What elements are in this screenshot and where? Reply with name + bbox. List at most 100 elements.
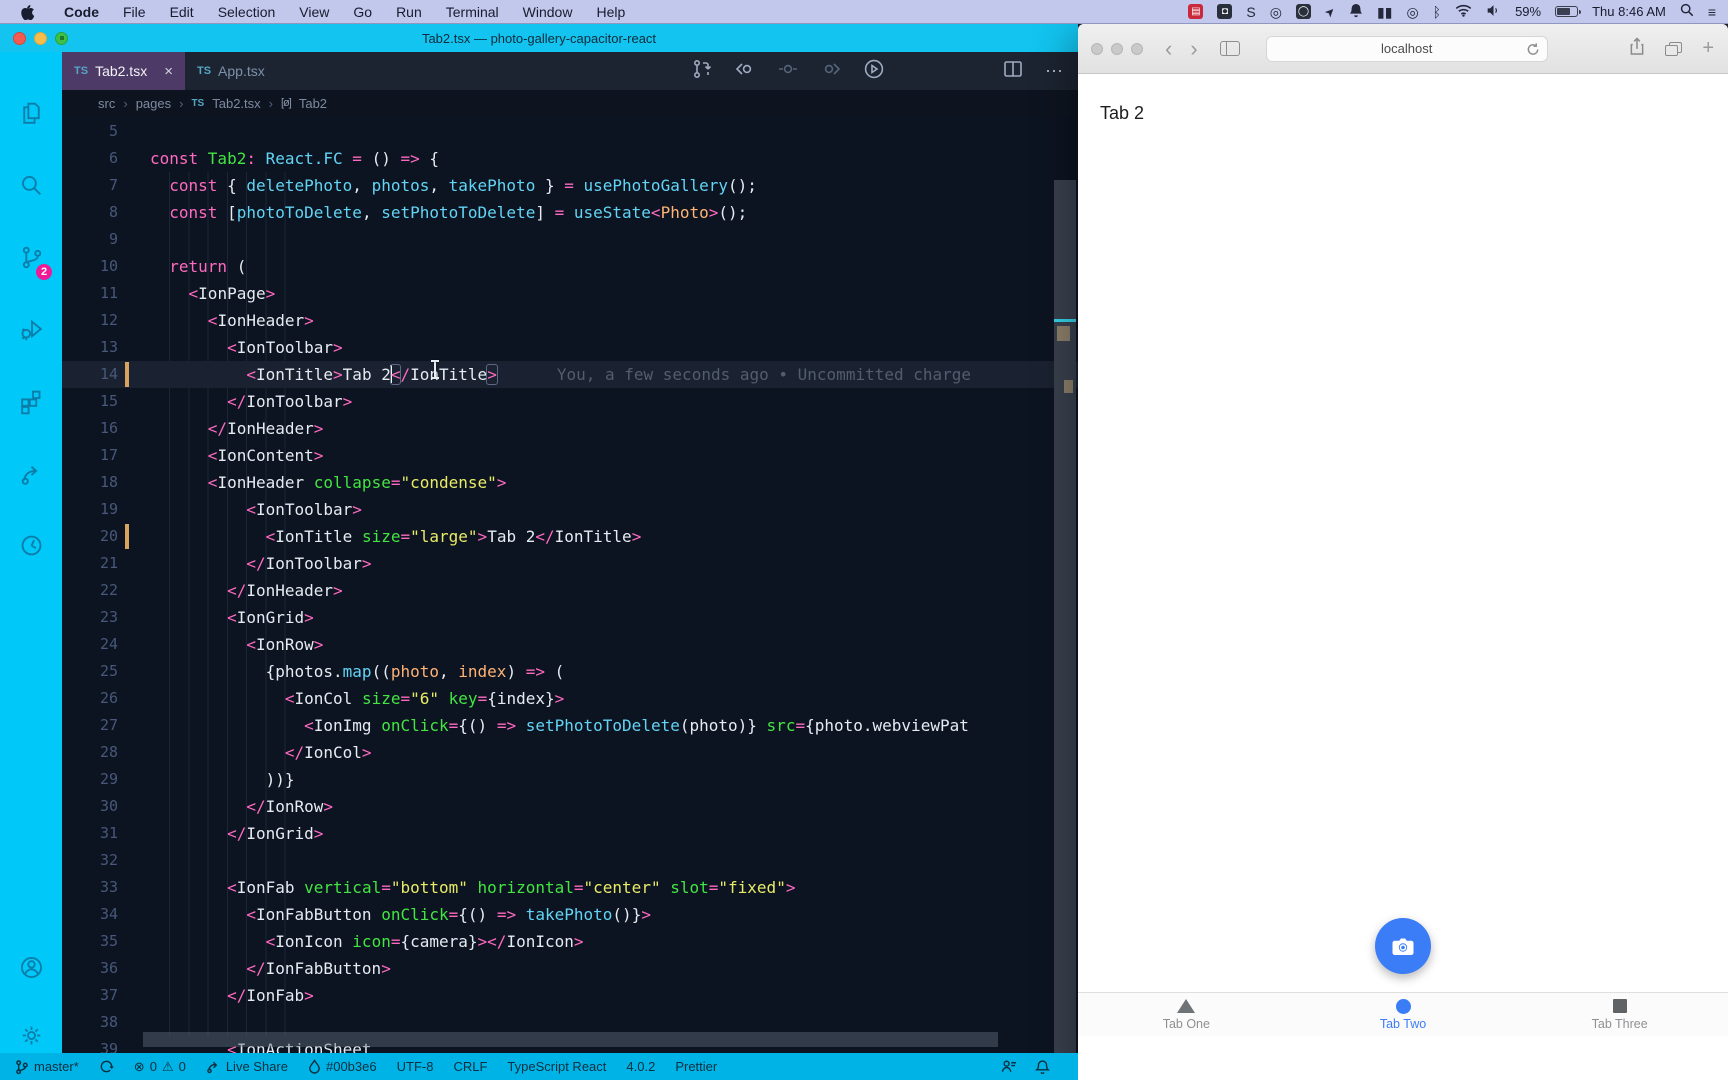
zoom-window-button[interactable] [1131, 42, 1143, 55]
code-line-37[interactable]: 37 </IonFab> [62, 982, 1078, 1009]
run-debug-icon[interactable] [0, 302, 62, 356]
ts-version-status[interactable]: 4.0.2 [626, 1059, 655, 1074]
feedback-icon[interactable] [1000, 1059, 1017, 1074]
split-editor-icon[interactable] [1002, 58, 1024, 85]
zoom-window-button[interactable] [55, 31, 68, 45]
spotlight-search-icon[interactable] [1680, 3, 1694, 20]
tab-overview-icon[interactable] [1665, 41, 1683, 56]
back-button[interactable]: ‹ [1165, 36, 1172, 62]
reload-icon[interactable] [1526, 42, 1540, 57]
stage-manager-icon[interactable]: ▮▮ [1377, 5, 1392, 19]
sync-status[interactable] [99, 1059, 114, 1074]
peacock-color-status[interactable]: #00b3e6 [308, 1059, 377, 1074]
film-app-icon[interactable]: ▤ [1188, 4, 1204, 19]
compass-app-icon[interactable]: ◎ [1406, 5, 1418, 19]
source-control-icon[interactable]: 2 [0, 230, 62, 284]
current-change-icon[interactable] [777, 58, 799, 85]
code-line-6[interactable]: 6 const Tab2: React.FC = () => { [62, 145, 1078, 172]
new-tab-icon[interactable]: + [1702, 37, 1714, 60]
minimize-window-button[interactable] [34, 31, 47, 45]
code-line-26[interactable]: 26 <IonCol size="6" key={index}> [62, 685, 1078, 712]
problems-status[interactable]: ⊗ 0 ⚠ 0 [134, 1059, 186, 1075]
menu-terminal[interactable]: Terminal [434, 4, 511, 20]
code-line-33[interactable]: 33 <IonFab vertical="bottom" horizontal=… [62, 874, 1078, 901]
accounts-icon[interactable] [0, 940, 62, 994]
take-photo-fab-button[interactable] [1375, 918, 1431, 974]
code-line-11[interactable]: 11 <IonPage> [62, 280, 1078, 307]
address-bar[interactable]: localhost [1265, 35, 1548, 62]
menu-window[interactable]: Window [511, 4, 585, 20]
bluetooth-icon[interactable]: ᛒ [1433, 5, 1441, 19]
menu-selection[interactable]: Selection [206, 4, 288, 20]
menu-file[interactable]: File [111, 4, 158, 20]
shush-app-icon[interactable]: S [1246, 5, 1255, 19]
code-line-29[interactable]: 29 ))} [62, 766, 1078, 793]
control-center-icon[interactable]: ≡ [1708, 5, 1716, 19]
extensions-icon[interactable] [0, 374, 62, 428]
sidebar-toggle-icon[interactable] [1219, 41, 1240, 56]
code-line-25[interactable]: 25 {photos.map((photo, index) => ( [62, 658, 1078, 685]
code-line-20[interactable]: 20 <IonTitle size="large">Tab 2</IonTitl… [62, 523, 1078, 550]
breadcrumb-file[interactable]: Tab2.tsx [212, 96, 260, 111]
test-explorer-icon[interactable] [0, 518, 62, 572]
navigate-forward-icon[interactable] [820, 58, 842, 85]
code-line-5[interactable]: 5 [62, 118, 1078, 145]
code-editor[interactable]: 5 6 const Tab2: React.FC = () => {7 const … [62, 116, 1078, 1053]
vscode-titlebar[interactable]: Tab2.tsx — photo-gallery-capacitor-react [0, 24, 1078, 52]
code-line-32[interactable]: 32 [62, 847, 1078, 874]
horizontal-scrollbar[interactable] [143, 1032, 998, 1047]
code-line-31[interactable]: 31 </IonGrid> [62, 820, 1078, 847]
tab-tab2-tsx[interactable]: TS Tab2.tsx × [62, 52, 185, 90]
code-line-36[interactable]: 36 </IonFabButton> [62, 955, 1078, 982]
camera-app-icon[interactable]: ◘ [1217, 4, 1233, 19]
code-line-27[interactable]: 27 <IonImg onClick={() => setPhotoToDele… [62, 712, 1078, 739]
code-line-7[interactable]: 7 const { deletePhoto, photos, takePhoto… [62, 172, 1078, 199]
code-line-17[interactable]: 17 <IonContent> [62, 442, 1078, 469]
code-line-14[interactable]: 14 <IonTitle>Tab 2</IonTitle> You, a few … [62, 361, 1078, 388]
editor-scrollbar[interactable] [1054, 180, 1076, 1053]
code-line-12[interactable]: 12 <IonHeader> [62, 307, 1078, 334]
code-line-34[interactable]: 34 <IonFabButton onClick={() => takePhot… [62, 901, 1078, 928]
search-icon[interactable] [0, 158, 62, 212]
code-line-9[interactable]: 9 [62, 226, 1078, 253]
explorer-icon[interactable] [0, 86, 62, 140]
navigate-back-icon[interactable] [734, 58, 756, 85]
code-line-28[interactable]: 28 </IonCol> [62, 739, 1078, 766]
code-line-15[interactable]: 15 </IonToolbar> [62, 388, 1078, 415]
encoding-status[interactable]: UTF-8 [397, 1059, 434, 1074]
apple-menu-icon[interactable] [20, 4, 34, 20]
close-window-button[interactable] [1091, 42, 1103, 55]
menu-edit[interactable]: Edit [158, 4, 206, 20]
tab-one-button[interactable]: Tab One [1078, 993, 1295, 1036]
code-line-24[interactable]: 24 <IonRow> [62, 631, 1078, 658]
menu-help[interactable]: Help [584, 4, 637, 20]
close-tab-icon[interactable]: × [164, 63, 173, 80]
code-line-19[interactable]: 19 <IonToolbar> [62, 496, 1078, 523]
code-line-30[interactable]: 30 </IonRow> [62, 793, 1078, 820]
notification-bell-icon[interactable] [1349, 3, 1363, 21]
run-file-icon[interactable] [863, 58, 885, 85]
tab-app-tsx[interactable]: TS App.tsx [185, 52, 277, 90]
volume-icon[interactable] [1486, 4, 1501, 20]
code-line-18[interactable]: 18 <IonHeader collapse="condense"> [62, 469, 1078, 496]
breadcrumb-src[interactable]: src [98, 96, 115, 111]
code-line-13[interactable]: 13 <IonToolbar> [62, 334, 1078, 361]
tab-two-button[interactable]: Tab Two [1295, 993, 1512, 1036]
notifications-bell-icon[interactable] [1035, 1059, 1050, 1075]
eol-status[interactable]: CRLF [453, 1059, 487, 1074]
language-mode-status[interactable]: TypeScript React [507, 1059, 606, 1074]
more-actions-icon[interactable]: ⋯ [1045, 61, 1064, 82]
selected-app-icon[interactable]: ◯ [1295, 4, 1311, 19]
menu-run[interactable]: Run [384, 4, 434, 20]
tab-three-button[interactable]: Tab Three [1511, 993, 1728, 1036]
code-line-10[interactable]: 10 return ( [62, 253, 1078, 280]
breadcrumb-pages[interactable]: pages [136, 96, 171, 111]
breadcrumb-symbol-tab2[interactable]: Tab2 [299, 96, 327, 111]
code-line-16[interactable]: 16 </IonHeader> [62, 415, 1078, 442]
record-app-icon[interactable]: ◎ [1270, 5, 1282, 19]
live-share-status[interactable]: Live Share [206, 1059, 288, 1074]
code-line-21[interactable]: 21 </IonToolbar> [62, 550, 1078, 577]
git-compare-icon[interactable] [691, 58, 713, 85]
git-branch-status[interactable]: master* [14, 1059, 79, 1075]
forward-button[interactable]: › [1190, 36, 1197, 62]
